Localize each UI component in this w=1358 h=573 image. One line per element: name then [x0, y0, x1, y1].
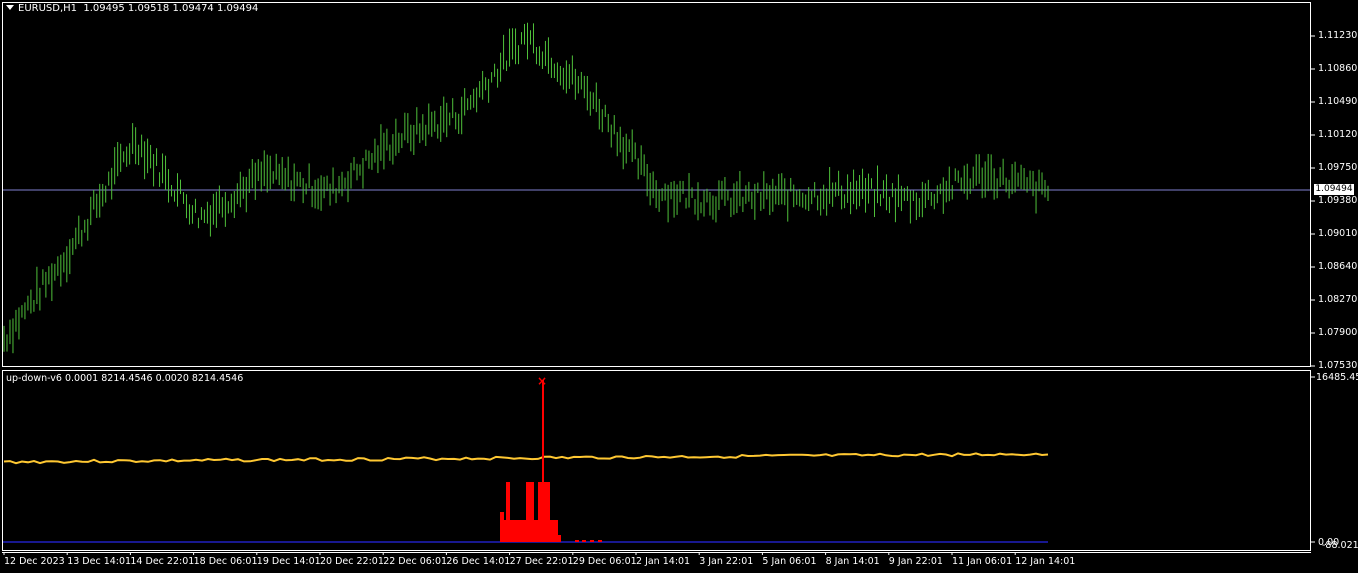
- time-axis-label: 26 Dec 14:01: [446, 556, 511, 567]
- time-axis-label: 29 Dec 06:01: [572, 556, 637, 567]
- price-axis-label: 1.08270: [1318, 294, 1358, 305]
- histogram-bar: [518, 520, 522, 542]
- time-axis-label: 5 Jan 06:01: [762, 556, 817, 567]
- time-axis-label: 27 Dec 22:01: [509, 556, 574, 567]
- time-axis-label: 19 Dec 14:01: [256, 556, 321, 567]
- histogram-bar: [538, 482, 542, 542]
- time-axis-label: 3 Jan 22:01: [699, 556, 754, 567]
- price-axis-label: 1.09750: [1318, 162, 1358, 173]
- time-axis-label: 8 Jan 14:01: [825, 556, 880, 567]
- time-axis-label: 14 Dec 22:01: [130, 556, 195, 567]
- time-axis-label: 20 Dec 22:01: [320, 556, 384, 567]
- time-axis-label: 9 Jan 22:01: [888, 556, 943, 567]
- histogram-bar: [510, 520, 514, 542]
- signal-cross-icon: ×: [537, 374, 547, 388]
- histogram-bar: [598, 540, 602, 542]
- time-axis-label: 12 Jan 14:01: [1015, 556, 1076, 567]
- histogram-bar: [506, 482, 510, 542]
- time-axis-label: 2 Jan 14:01: [636, 556, 691, 567]
- histogram-bar: [514, 520, 518, 542]
- histogram-bar: [530, 482, 534, 542]
- histogram-bar: [582, 540, 586, 542]
- price-axis-label: 1.09380: [1318, 195, 1358, 206]
- price-axis-label: 1.10860: [1318, 63, 1358, 74]
- price-axis-ticks: [1311, 35, 1315, 367]
- indicator-line: [3, 452, 1049, 465]
- price-axis-label: 1.08640: [1318, 261, 1358, 272]
- symbol-label: EURUSD,H1: [18, 3, 78, 14]
- histogram-bar: [575, 540, 579, 542]
- price-bars: [3, 22, 1049, 354]
- indicator-axis-min: -88.0214: [1322, 540, 1358, 551]
- price-axis-label: 1.10490: [1318, 96, 1358, 107]
- histogram-bar: [534, 520, 538, 542]
- indicator-pane[interactable]: × up-down-v6 0.0001 8214.4546 0.0020 821…: [0, 370, 1358, 551]
- price-axis-label: 1.11230: [1318, 30, 1358, 41]
- price-axis-label: 1.10120: [1318, 129, 1358, 140]
- indicator-axis-top: 16485.450: [1316, 372, 1358, 383]
- histogram-bar: [546, 482, 550, 542]
- time-axis: 12 Dec 2023 13 Dec 14:01 14 Dec 22:01 18 De…: [0, 552, 1358, 573]
- histogram-bar: [522, 520, 526, 542]
- dropdown-triangle-icon[interactable]: [6, 5, 14, 10]
- histogram-bar: [550, 520, 554, 542]
- time-axis-label: 13 Dec 14:01: [67, 556, 132, 567]
- indicator-histogram: [500, 482, 602, 542]
- price-axis-label: 1.07900: [1318, 327, 1358, 338]
- price-axis-label: 1.09010: [1318, 228, 1358, 239]
- time-axis-label: 12 Dec 2023: [4, 556, 65, 567]
- ohlc-values: 1.09495 1.09518 1.09474 1.09494: [83, 3, 259, 14]
- histogram-bar: [590, 540, 594, 542]
- time-axis-label: 18 Dec 06:01: [193, 556, 258, 567]
- price-chart-pane[interactable]: EURUSD,H1 1.09495 1.09518 1.09474 1.0949…: [0, 0, 1358, 371]
- histogram-bar: [557, 535, 561, 542]
- indicator-label: up-down-v6 0.0001 8214.4546 0.0020 8214.…: [6, 373, 244, 384]
- time-axis-label: 22 Dec 06:01: [383, 556, 448, 567]
- price-chart-svg: [2, 2, 1315, 367]
- last-price-tag: 1.09494: [1314, 184, 1354, 195]
- time-axis-label: 11 Jan 06:01: [952, 556, 1013, 567]
- indicator-svg: ×: [2, 370, 1315, 551]
- chart-header[interactable]: EURUSD,H1 1.09495 1.09518 1.09474 1.0949…: [6, 3, 258, 14]
- histogram-bar: [526, 482, 530, 542]
